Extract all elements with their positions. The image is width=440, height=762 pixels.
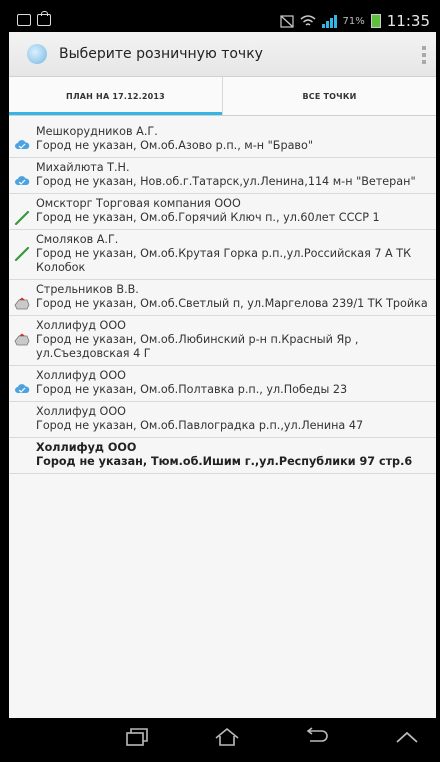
list-item[interactable]: Холлифуд ООО Город не указан, Ом.об.Полта… [9, 366, 436, 402]
list-item[interactable]: Холлифуд ООО Город не указан, Тюм.об.Ишим… [9, 438, 436, 474]
wifi-icon [300, 14, 316, 26]
action-bar: Выберите розничную точку [9, 32, 436, 77]
mute-icon [279, 14, 294, 28]
battery-percent: 71% [342, 15, 365, 27]
outlet-list: Мешкорудников А.Г. Город не указан, Ом.об… [9, 122, 436, 474]
app-icon[interactable] [27, 44, 47, 64]
battery-icon [370, 14, 381, 28]
list-item[interactable]: Мешкорудников А.Г. Город не указан, Ом.об… [9, 122, 436, 158]
pencil-icon [14, 210, 30, 226]
outlet-name: Мешкорудников А.Г. [36, 125, 158, 138]
status-bar: 71% 11:35 [9, 10, 436, 32]
email-icon [17, 14, 31, 26]
outlet-name: Холлифуд ООО [36, 369, 126, 382]
device-frame: 71% 11:35 Выберите розничную точку ПЛАН … [0, 0, 440, 762]
outlet-address: Город не указан, Тюм.об.Ишим г.,ул.Респу… [36, 455, 413, 468]
outlet-address: Город не указан, Ом.об.Любинский р-н п.К… [36, 333, 359, 360]
cloud-icon [14, 383, 30, 395]
outlet-address: Город не указан, Ом.об.Азово р.п., м-н "… [36, 139, 314, 152]
navigation-bar [9, 718, 436, 756]
page-title: Выберите розничную точку [59, 46, 263, 62]
tab-all-points[interactable]: ВСЕ ТОЧКИ [222, 77, 436, 115]
collapse-icon[interactable] [387, 724, 427, 750]
list-item[interactable]: Михайлюта Т.Н. Город не указан, Нов.об.г.… [9, 158, 436, 194]
recent-apps-icon[interactable] [117, 724, 157, 750]
outlet-address: Город не указан, Ом.об.Крутая Горка р.п.… [36, 247, 412, 274]
list-item[interactable]: Холлифуд ООО Город не указан, Ом.об.Любин… [9, 316, 436, 366]
outlet-name: Омскторг Торговая компания ООО [36, 197, 241, 210]
tab-plan[interactable]: ПЛАН НА 17.12.2013 [9, 77, 222, 115]
cloud-icon [14, 175, 30, 187]
back-icon[interactable] [297, 724, 337, 750]
outlet-name: Михайлюта Т.Н. [36, 161, 130, 174]
outlet-address: Город не указан, Ом.об.Светлый п, ул.Мар… [36, 297, 428, 310]
list-item[interactable]: Стрельников В.В. Город не указан, Ом.об.С… [9, 280, 436, 316]
cloud-icon [14, 139, 30, 151]
list-item[interactable]: Смоляков А.Г. Город не указан, Ом.об.Крут… [9, 230, 436, 280]
cart-icon [14, 333, 30, 346]
outlet-name: Стрельников В.В. [36, 283, 139, 296]
outlet-name: Холлифуд ООО [36, 319, 126, 332]
list-item[interactable]: Омскторг Торговая компания ООО Город не у… [9, 194, 436, 230]
tab-bar: ПЛАН НА 17.12.2013 ВСЕ ТОЧКИ [9, 77, 436, 116]
screen: 71% 11:35 Выберите розничную точку ПЛАН … [9, 10, 436, 756]
cart-icon [14, 297, 30, 310]
outlet-address: Город не указан, Ом.об.Горячий Ключ п., … [36, 211, 380, 224]
overflow-menu-icon[interactable] [422, 46, 426, 64]
list-item[interactable]: Холлифуд ООО Город не указан, Ом.об.Павло… [9, 402, 436, 438]
outlet-address: Город не указан, Ом.об.Павлоградка р.п.,… [36, 419, 364, 432]
outlet-address: Город не указан, Нов.об.г.Татарск,ул.Лен… [36, 175, 416, 188]
pencil-icon [14, 246, 30, 262]
outlet-name: Смоляков А.Г. [36, 233, 119, 246]
outlet-name: Холлифуд ООО [36, 405, 126, 418]
outlet-name: Холлифуд ООО [36, 441, 137, 454]
home-icon[interactable] [207, 724, 247, 750]
bag-icon [37, 11, 51, 26]
clock: 11:35 [386, 12, 430, 30]
signal-icon [321, 14, 337, 28]
outlet-address: Город не указан, Ом.об.Полтавка р.п., ул… [36, 383, 348, 396]
